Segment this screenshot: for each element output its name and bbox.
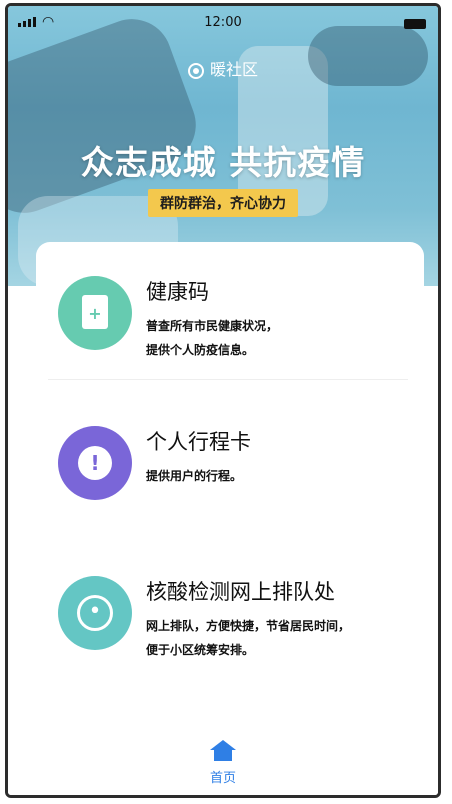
desc-line: 提供个人防疫信息。 — [146, 343, 255, 357]
location-label: 暖社区 — [209, 60, 258, 79]
phone-frame: ◠ 12:00 暖社区 众志成城 共抗疫情 群防群治，齐心协力 健康码 普查所有… — [5, 3, 441, 798]
battery-icon — [404, 19, 426, 29]
health-code-icon-circle — [58, 276, 132, 350]
alert-badge-icon — [78, 446, 112, 480]
tab-home[interactable]: 首页 — [8, 740, 438, 786]
location-pin-icon — [187, 62, 204, 79]
status-bar: ◠ 12:00 — [8, 14, 438, 34]
desc-line: 便于小区统筹安排。 — [146, 643, 255, 657]
itinerary-title: 个人行程卡 — [146, 430, 251, 454]
document-plus-icon — [82, 295, 108, 329]
desc-line: 网上排队，方便快捷，节省居民时间， — [146, 619, 351, 633]
bottom-tab-bar: 首页 — [8, 737, 438, 787]
tab-home-label: 首页 — [209, 771, 236, 786]
slogan-title: 众志成城 共抗疫情 — [80, 143, 366, 182]
nucleic-test-icon-circle — [58, 576, 132, 650]
itinerary-icon-circle — [58, 426, 132, 500]
nucleic-test-title: 核酸检测网上排队处 — [146, 580, 335, 604]
virus-icon — [77, 595, 113, 631]
nucleic-test-desc: 网上排队，方便快捷，节省居民时间， 便于小区统筹安排。 — [146, 614, 350, 662]
divider — [48, 379, 408, 380]
status-time: 12:00 — [204, 15, 242, 30]
health-code-title: 健康码 — [146, 280, 209, 304]
location-selector[interactable]: 暖社区 — [8, 56, 438, 80]
itinerary-desc: 提供用户的行程。 — [146, 464, 242, 488]
tagline-badge: 群防群治，齐心协力 — [148, 189, 298, 217]
home-icon — [210, 740, 236, 761]
desc-line: 提供用户的行程。 — [146, 469, 243, 483]
desc-line: 普查所有市民健康状况， — [146, 319, 279, 333]
health-code-desc: 普查所有市民健康状况， 提供个人防疫信息。 — [146, 314, 278, 362]
